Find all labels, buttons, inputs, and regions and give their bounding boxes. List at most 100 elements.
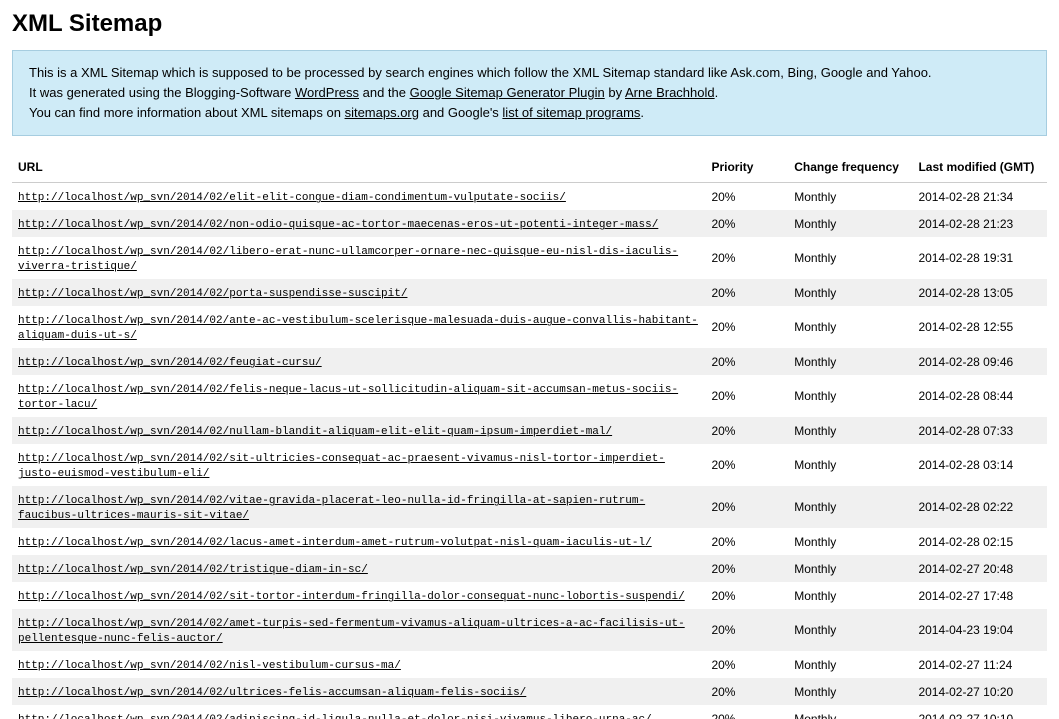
table-row: http://localhost/wp_svn/2014/02/lacus-am… [12,528,1047,555]
link-plugin[interactable]: Google Sitemap Generator Plugin [410,85,605,100]
table-row: http://localhost/wp_svn/2014/02/porta-su… [12,279,1047,306]
table-row: http://localhost/wp_svn/2014/02/feugiat-… [12,348,1047,375]
priority-cell: 20% [705,678,788,705]
info-box: This is a XML Sitemap which is supposed … [12,50,1047,136]
col-header-url: URL [12,152,705,183]
link-sitemaps-org[interactable]: sitemaps.org [345,105,419,120]
table-row: http://localhost/wp_svn/2014/02/nisl-ves… [12,651,1047,678]
table-row: http://localhost/wp_svn/2014/02/sit-ultr… [12,444,1047,486]
frequency-cell: Monthly [788,417,912,444]
frequency-cell: Monthly [788,528,912,555]
modified-cell: 2014-04-23 19:04 [912,609,1047,651]
priority-cell: 20% [705,210,788,237]
frequency-cell: Monthly [788,651,912,678]
sitemap-url-link[interactable]: http://localhost/wp_svn/2014/02/ante-ac-… [18,315,698,342]
col-header-modified: Last modified (GMT) [912,152,1047,183]
priority-cell: 20% [705,417,788,444]
modified-cell: 2014-02-27 11:24 [912,651,1047,678]
link-google-list[interactable]: list of sitemap programs [502,105,640,120]
modified-cell: 2014-02-28 07:33 [912,417,1047,444]
sitemap-url-link[interactable]: http://localhost/wp_svn/2014/02/porta-su… [18,288,407,300]
info-line2-end: . [715,85,719,100]
priority-cell: 20% [705,279,788,306]
modified-cell: 2014-02-28 02:22 [912,486,1047,528]
sitemap-url-link[interactable]: http://localhost/wp_svn/2014/02/libero-e… [18,246,678,273]
modified-cell: 2014-02-27 20:48 [912,555,1047,582]
modified-cell: 2014-02-28 08:44 [912,375,1047,417]
priority-cell: 20% [705,183,788,211]
table-row: http://localhost/wp_svn/2014/02/ante-ac-… [12,306,1047,348]
frequency-cell: Monthly [788,279,912,306]
sitemap-table: URL Priority Change frequency Last modif… [12,152,1047,719]
priority-cell: 20% [705,528,788,555]
table-row: http://localhost/wp_svn/2014/02/elit-eli… [12,183,1047,211]
sitemap-url-link[interactable]: http://localhost/wp_svn/2014/02/nisl-ves… [18,660,401,672]
sitemap-url-link[interactable]: http://localhost/wp_svn/2014/02/lacus-am… [18,537,652,549]
table-row: http://localhost/wp_svn/2014/02/libero-e… [12,237,1047,279]
priority-cell: 20% [705,555,788,582]
info-line3-pre: You can find more information about XML … [29,105,345,120]
page-title: XML Sitemap [12,10,1047,38]
sitemap-url-link[interactable]: http://localhost/wp_svn/2014/02/sit-tort… [18,591,685,603]
priority-cell: 20% [705,582,788,609]
table-row: http://localhost/wp_svn/2014/02/felis-ne… [12,375,1047,417]
table-row: http://localhost/wp_svn/2014/02/vitae-gr… [12,486,1047,528]
info-line3-end: . [640,105,644,120]
table-row: http://localhost/wp_svn/2014/02/non-odio… [12,210,1047,237]
frequency-cell: Monthly [788,183,912,211]
frequency-cell: Monthly [788,444,912,486]
priority-cell: 20% [705,651,788,678]
priority-cell: 20% [705,375,788,417]
link-author[interactable]: Arne Brachhold [625,85,715,100]
col-header-priority: Priority [705,152,788,183]
modified-cell: 2014-02-27 17:48 [912,582,1047,609]
priority-cell: 20% [705,486,788,528]
table-row: http://localhost/wp_svn/2014/02/tristiqu… [12,555,1047,582]
priority-cell: 20% [705,237,788,279]
frequency-cell: Monthly [788,582,912,609]
sitemap-url-link[interactable]: http://localhost/wp_svn/2014/02/felis-ne… [18,384,678,411]
sitemap-url-link[interactable]: http://localhost/wp_svn/2014/02/amet-tur… [18,618,685,645]
frequency-cell: Monthly [788,348,912,375]
frequency-cell: Monthly [788,306,912,348]
col-header-frequency: Change frequency [788,152,912,183]
sitemap-url-link[interactable]: http://localhost/wp_svn/2014/02/non-odio… [18,219,658,231]
info-line2-mid: and the [359,85,410,100]
modified-cell: 2014-02-28 03:14 [912,444,1047,486]
table-row: http://localhost/wp_svn/2014/02/ultrices… [12,678,1047,705]
sitemap-url-link[interactable]: http://localhost/wp_svn/2014/02/tristiqu… [18,564,368,576]
info-line2-by: by [605,85,625,100]
priority-cell: 20% [705,444,788,486]
modified-cell: 2014-02-28 12:55 [912,306,1047,348]
sitemap-url-link[interactable]: http://localhost/wp_svn/2014/02/sit-ultr… [18,453,665,480]
frequency-cell: Monthly [788,486,912,528]
sitemap-url-link[interactable]: http://localhost/wp_svn/2014/02/vitae-gr… [18,495,645,522]
frequency-cell: Monthly [788,237,912,279]
info-line2-pre: It was generated using the Blogging-Soft… [29,85,295,100]
modified-cell: 2014-02-28 21:23 [912,210,1047,237]
frequency-cell: Monthly [788,375,912,417]
modified-cell: 2014-02-28 19:31 [912,237,1047,279]
frequency-cell: Monthly [788,678,912,705]
sitemap-url-link[interactable]: http://localhost/wp_svn/2014/02/feugiat-… [18,357,322,369]
sitemap-url-link[interactable]: http://localhost/wp_svn/2014/02/nullam-b… [18,426,612,438]
sitemap-url-link[interactable]: http://localhost/wp_svn/2014/02/elit-eli… [18,192,566,204]
link-wordpress[interactable]: WordPress [295,85,359,100]
priority-cell: 20% [705,306,788,348]
frequency-cell: Monthly [788,210,912,237]
priority-cell: 20% [705,609,788,651]
modified-cell: 2014-02-28 13:05 [912,279,1047,306]
info-line3-mid: and Google's [419,105,502,120]
priority-cell: 20% [705,348,788,375]
frequency-cell: Monthly [788,609,912,651]
modified-cell: 2014-02-28 02:15 [912,528,1047,555]
table-row: http://localhost/wp_svn/2014/02/sit-tort… [12,582,1047,609]
table-row: http://localhost/wp_svn/2014/02/amet-tur… [12,609,1047,651]
table-row: http://localhost/wp_svn/2014/02/nullam-b… [12,417,1047,444]
sitemap-url-link[interactable]: http://localhost/wp_svn/2014/02/ultrices… [18,687,526,699]
modified-cell: 2014-02-28 09:46 [912,348,1047,375]
info-line1: This is a XML Sitemap which is supposed … [29,65,932,80]
frequency-cell: Monthly [788,555,912,582]
modified-cell: 2014-02-27 10:20 [912,678,1047,705]
modified-cell: 2014-02-28 21:34 [912,183,1047,211]
